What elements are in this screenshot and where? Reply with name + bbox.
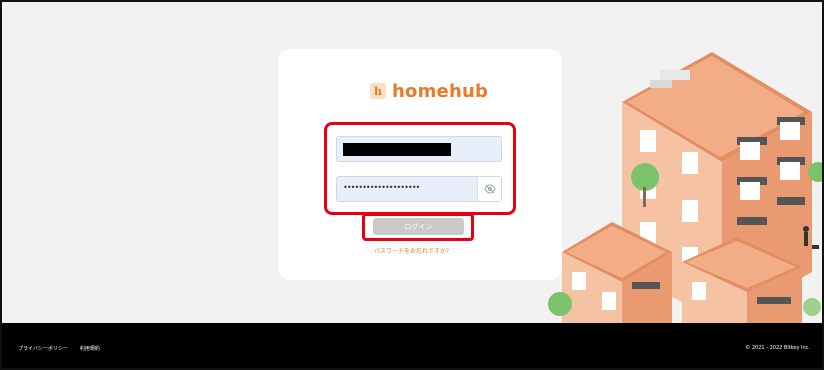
homehub-logo-icon: h xyxy=(370,83,386,99)
footer: プライバシーポリシー 利用規約 © 2021 - 2022 Bitkey Inc… xyxy=(2,323,822,368)
browser-frame: h homehub •••••••••••••••••••• ログイン パスワー… xyxy=(0,0,824,370)
highlight-login-button xyxy=(362,213,474,241)
forgot-password-link[interactable]: パスワードをお忘れですか? xyxy=(374,246,449,255)
highlight-credentials xyxy=(324,122,516,215)
login-page: h homehub •••••••••••••••••••• ログイン パスワー… xyxy=(2,2,822,324)
brand-logo: h homehub xyxy=(370,80,488,102)
footer-links: プライバシーポリシー 利用規約 xyxy=(18,345,100,352)
copyright-text: © 2021 - 2022 Bitkey Inc. xyxy=(745,345,810,351)
privacy-policy-link[interactable]: プライバシーポリシー xyxy=(18,345,68,352)
terms-link[interactable]: 利用規約 xyxy=(80,345,100,352)
apartment-illustration xyxy=(548,52,822,324)
brand-name: homehub xyxy=(392,80,489,102)
